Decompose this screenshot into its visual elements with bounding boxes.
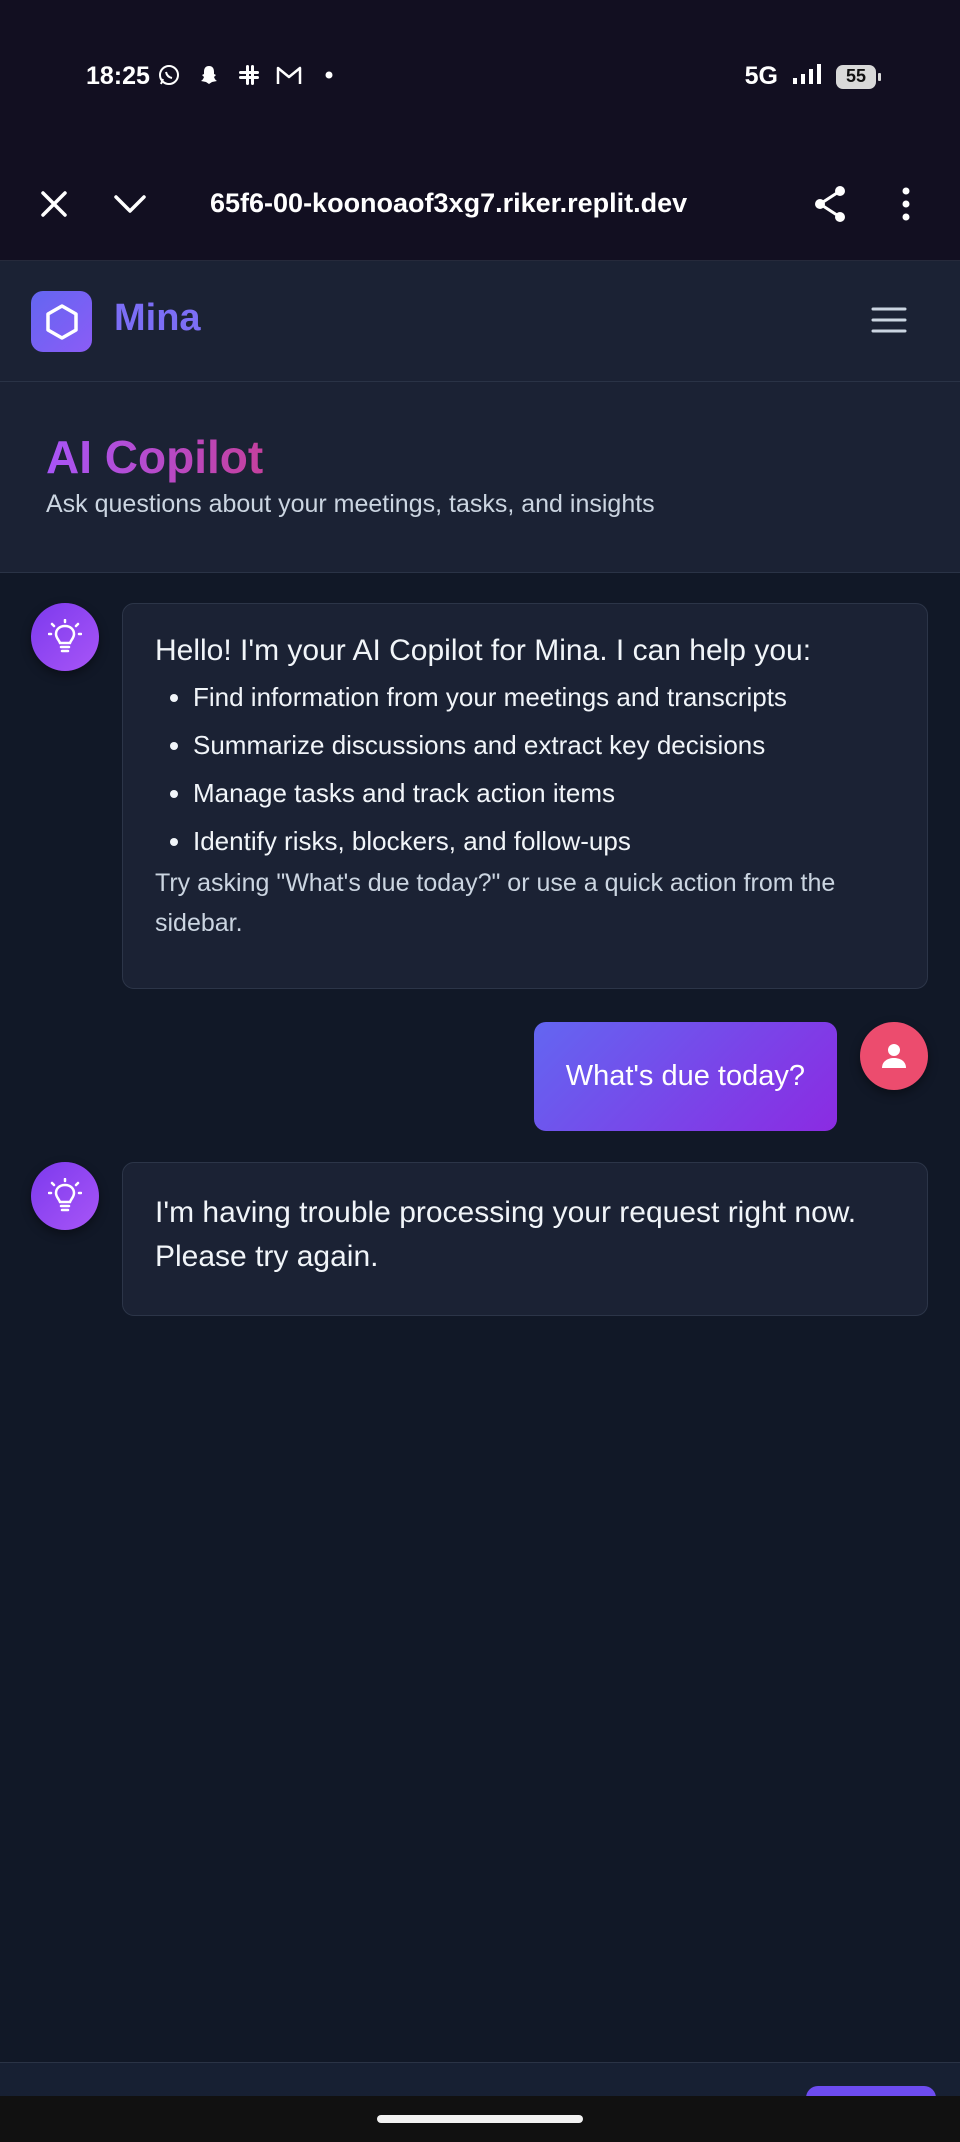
- message-text: What's due today?: [565, 1060, 805, 1092]
- app-name[interactable]: Mina: [114, 297, 201, 340]
- status-time: 18:25: [86, 62, 150, 90]
- more-options-button[interactable]: [880, 178, 932, 230]
- share-icon: [815, 186, 845, 222]
- more-vertical-icon: [902, 187, 910, 221]
- url-bar[interactable]: 65f6-00-koonoaof3xg7.riker.replit.dev: [210, 188, 710, 219]
- collapse-button[interactable]: [104, 178, 156, 230]
- assistant-message: I'm having trouble processing your reque…: [122, 1162, 928, 1316]
- home-indicator[interactable]: [377, 2115, 583, 2123]
- person-icon: [882, 1044, 906, 1068]
- message-text: Hello! I'm your AI Copilot for Mina. I c…: [155, 634, 812, 667]
- app-header: Mina: [0, 261, 960, 382]
- page-subtitle: Ask questions about your meetings, tasks…: [46, 490, 655, 518]
- signal-icon: [792, 63, 822, 90]
- list-item: Identify risks, blockers, and follow-ups: [193, 826, 895, 857]
- gmail-icon: [276, 62, 302, 88]
- status-bar: 18:25 5G 55: [0, 0, 960, 150]
- menu-button[interactable]: [866, 297, 912, 343]
- lightbulb-icon: [48, 1178, 82, 1212]
- message-hint: Try asking "What's due today?" or use a …: [155, 869, 836, 937]
- notification-icons: [156, 62, 342, 88]
- page-header: AI Copilot Ask questions about your meet…: [0, 382, 960, 573]
- hexagon-icon: [45, 303, 78, 340]
- user-message: What's due today?: [533, 1022, 837, 1131]
- chat-thread[interactable]: Hello! I'm your AI Copilot for Mina. I c…: [0, 573, 960, 2063]
- list-item: Manage tasks and track action items: [193, 778, 895, 809]
- hamburger-icon: [871, 307, 907, 333]
- status-right: 5G 55: [744, 62, 881, 91]
- list-item: Find information from your meetings and …: [193, 682, 895, 713]
- capability-list: Find information from your meetings and …: [155, 682, 895, 857]
- snapchat-icon: [196, 62, 222, 88]
- assistant-message: Hello! I'm your AI Copilot for Mina. I c…: [122, 603, 928, 989]
- chevron-down-icon: [114, 195, 146, 213]
- lightbulb-icon: [48, 619, 82, 653]
- dot-icon: [316, 62, 342, 88]
- message-text: I'm having trouble processing your reque…: [155, 1196, 857, 1273]
- browser-toolbar: 65f6-00-koonoaof3xg7.riker.replit.dev: [0, 150, 960, 261]
- assistant-avatar: [31, 603, 99, 671]
- slack-icon: [236, 62, 262, 88]
- app-logo[interactable]: [31, 291, 92, 352]
- page-title: AI Copilot: [46, 431, 264, 483]
- battery-icon: 55: [836, 64, 881, 89]
- share-button[interactable]: [804, 178, 856, 230]
- list-item: Summarize discussions and extract key de…: [193, 730, 895, 761]
- network-label: 5G: [744, 62, 778, 90]
- close-tab-button[interactable]: [28, 178, 80, 230]
- close-icon: [41, 191, 67, 217]
- whatsapp-icon: [156, 62, 182, 88]
- user-avatar: [860, 1022, 928, 1090]
- assistant-avatar: [31, 1162, 99, 1230]
